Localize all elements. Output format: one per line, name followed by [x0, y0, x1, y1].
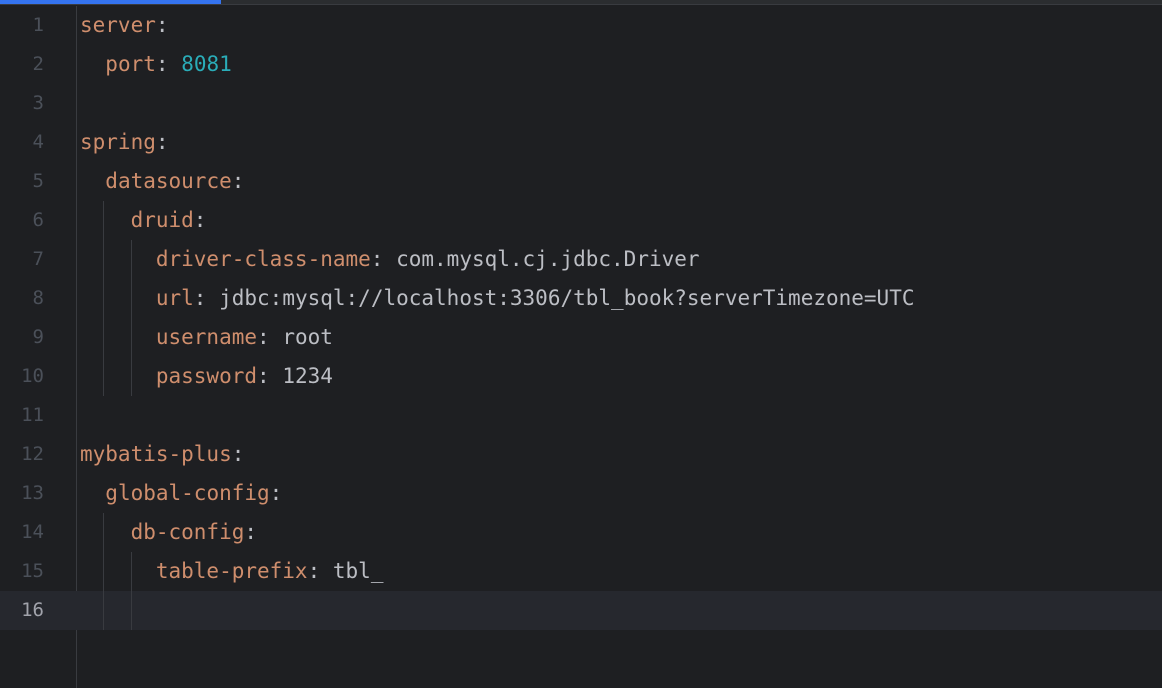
yaml-key: druid: [130, 208, 194, 232]
line-number[interactable]: 15: [0, 552, 44, 591]
yaml-colon: :: [155, 52, 169, 76]
code-line[interactable]: 3: [0, 84, 1162, 123]
code-text[interactable]: db-config:: [80, 513, 257, 552]
code-line[interactable]: 2 port: 8081: [0, 45, 1162, 84]
yaml-colon: :: [193, 208, 207, 232]
yaml-key: port: [105, 52, 156, 76]
yaml-key: url: [155, 286, 194, 310]
line-number[interactable]: 7: [0, 240, 44, 279]
yaml-colon: :: [370, 247, 384, 271]
indent-guide: [131, 240, 132, 396]
indent-guide: [103, 513, 104, 630]
yaml-key: spring: [80, 130, 156, 154]
code-text[interactable]: password: 1234: [80, 357, 333, 396]
yaml-colon: :: [231, 169, 245, 193]
code-text[interactable]: mybatis-plus:: [80, 435, 244, 474]
line-number[interactable]: 14: [0, 513, 44, 552]
line-number[interactable]: 8: [0, 279, 44, 318]
yaml-colon: :: [257, 364, 270, 388]
yaml-value: 1234: [282, 364, 333, 388]
code-line-current[interactable]: 16: [0, 591, 1162, 630]
yaml-value: com.mysql.cj.jdbc.Driver: [396, 247, 700, 271]
code-line[interactable]: 1 server:: [0, 6, 1162, 45]
line-number[interactable]: 3: [0, 84, 44, 123]
yaml-key: datasource: [105, 169, 232, 193]
code-line[interactable]: 12 mybatis-plus:: [0, 435, 1162, 474]
code-line[interactable]: 15 table-prefix: tbl_: [0, 552, 1162, 591]
yaml-key: table-prefix: [155, 559, 308, 583]
yaml-key: db-config: [130, 520, 245, 544]
line-number[interactable]: 4: [0, 123, 44, 162]
code-line[interactable]: 10 password: 1234: [0, 357, 1162, 396]
code-line[interactable]: 13 global-config:: [0, 474, 1162, 513]
yaml-key: driver-class-name: [155, 247, 371, 271]
code-text[interactable]: driver-class-name: com.mysql.cj.jdbc.Dri…: [80, 240, 700, 279]
yaml-colon: :: [307, 559, 321, 583]
code-text[interactable]: global-config:: [80, 474, 282, 513]
line-number[interactable]: 9: [0, 318, 44, 357]
yaml-key: server: [80, 13, 156, 37]
yaml-colon: :: [155, 130, 169, 154]
line-number[interactable]: 10: [0, 357, 44, 396]
yaml-value: root: [282, 325, 333, 349]
line-number[interactable]: 12: [0, 435, 44, 474]
code-text[interactable]: url: jdbc:mysql://localhost:3306/tbl_boo…: [80, 279, 915, 318]
indent-guide: [103, 201, 104, 396]
code-text[interactable]: druid:: [80, 201, 207, 240]
yaml-value: jdbc:mysql://localhost:3306/tbl_book?ser…: [219, 286, 915, 310]
code-text[interactable]: table-prefix: tbl_: [80, 552, 384, 591]
code-text[interactable]: datasource:: [80, 162, 244, 201]
code-text[interactable]: spring:: [80, 123, 169, 162]
yaml-colon: :: [257, 325, 270, 349]
code-line[interactable]: 6 druid:: [0, 201, 1162, 240]
code-text[interactable]: username: root: [80, 318, 333, 357]
code-line[interactable]: 9 username: root: [0, 318, 1162, 357]
yaml-colon: :: [269, 481, 283, 505]
code-text[interactable]: port: 8081: [80, 45, 232, 84]
code-editor[interactable]: 1 server: 2 port: 8081 3 4 spring: 5 dat…: [0, 0, 1162, 688]
yaml-value: tbl_: [332, 559, 384, 583]
line-number[interactable]: 6: [0, 201, 44, 240]
yaml-colon: :: [244, 520, 258, 544]
yaml-value: 8081: [181, 52, 232, 76]
line-number[interactable]: 1: [0, 6, 44, 45]
line-number[interactable]: 16: [0, 591, 44, 630]
loading-progress-bar: [0, 0, 1162, 5]
loading-progress-fill: [0, 0, 221, 4]
code-line[interactable]: 14 db-config:: [0, 513, 1162, 552]
yaml-colon: :: [231, 442, 245, 466]
indent-guide: [131, 552, 132, 630]
line-number[interactable]: 2: [0, 45, 44, 84]
yaml-key: global-config: [105, 481, 270, 505]
yaml-colon: :: [193, 286, 207, 310]
line-number[interactable]: 13: [0, 474, 44, 513]
code-line[interactable]: 11: [0, 396, 1162, 435]
code-text[interactable]: server:: [80, 6, 169, 45]
code-line[interactable]: 4 spring:: [0, 123, 1162, 162]
code-line[interactable]: 8 url: jdbc:mysql://localhost:3306/tbl_b…: [0, 279, 1162, 318]
yaml-key: username: [155, 325, 258, 349]
yaml-colon: :: [155, 13, 169, 37]
line-number[interactable]: 5: [0, 162, 44, 201]
line-number[interactable]: 11: [0, 396, 44, 435]
yaml-key: password: [155, 364, 258, 388]
code-line[interactable]: 5 datasource:: [0, 162, 1162, 201]
code-line[interactable]: 7 driver-class-name: com.mysql.cj.jdbc.D…: [0, 240, 1162, 279]
yaml-key: mybatis-plus: [80, 442, 232, 466]
